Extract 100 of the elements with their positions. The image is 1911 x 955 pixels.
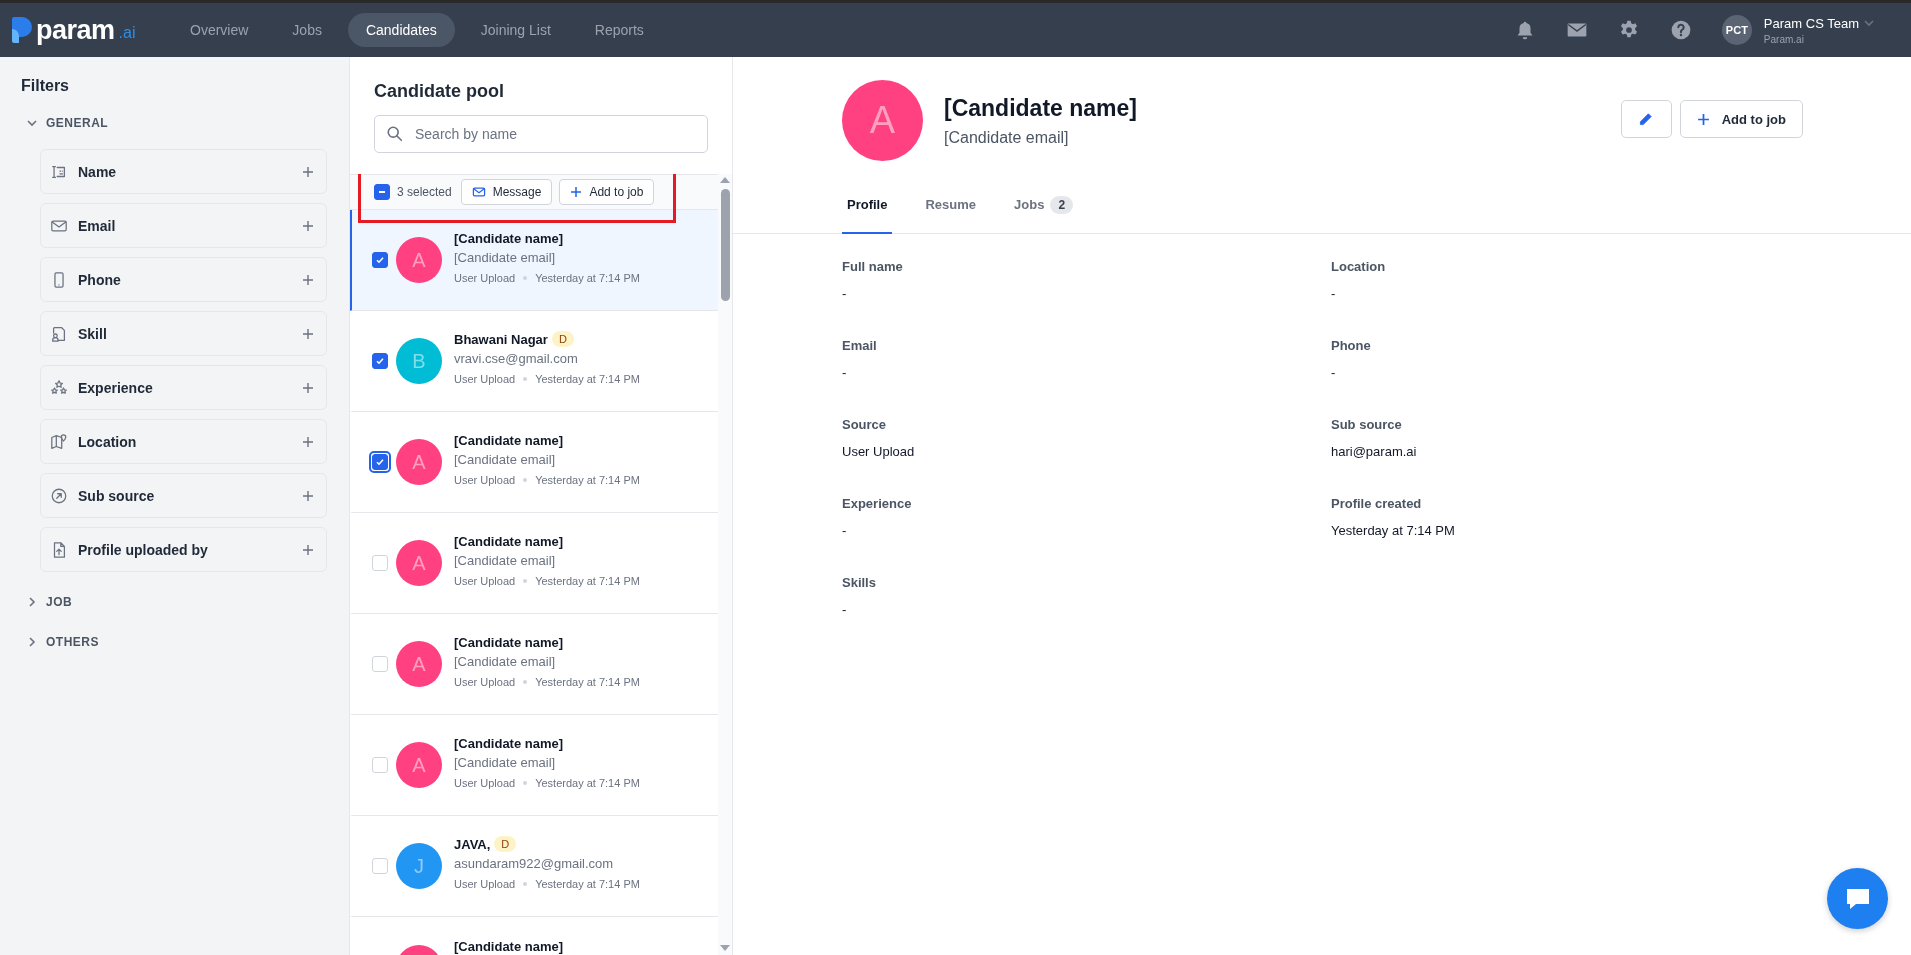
candidate-name: Bhawani Nagar bbox=[454, 331, 548, 347]
arrow-circle-icon bbox=[50, 486, 68, 505]
user-name[interactable]: Param CS Team bbox=[1763, 15, 1859, 31]
candidate-row[interactable]: J JAVA, D asundaram922@gmail.com User Upload Yesterday at 7:14 PM bbox=[350, 816, 718, 917]
candidate-email: [Candidate email] bbox=[454, 249, 557, 265]
plus-icon[interactable] bbox=[302, 165, 314, 178]
add-to-job-button[interactable]: Add to job bbox=[1679, 100, 1803, 138]
candidate-name: [Candidate name] bbox=[454, 735, 564, 751]
profile-tab[interactable]: Resume bbox=[920, 177, 982, 234]
plus-icon bbox=[570, 186, 583, 198]
field-value: - bbox=[842, 602, 848, 617]
scrollbar[interactable] bbox=[718, 174, 732, 955]
filter-item[interactable]: Name bbox=[40, 149, 327, 194]
filter-item[interactable]: Experience bbox=[40, 365, 327, 410]
select-all-checkbox[interactable] bbox=[374, 184, 390, 200]
chat-button[interactable] bbox=[1827, 868, 1888, 929]
nav-tab[interactable]: Reports bbox=[576, 13, 662, 47]
source-label: User Upload bbox=[454, 574, 516, 587]
profile-tab[interactable]: Jobs 2 bbox=[1009, 177, 1079, 234]
scrollbar-thumb[interactable] bbox=[720, 189, 730, 301]
field-value: User Upload bbox=[842, 444, 916, 459]
scroll-down-arrow[interactable] bbox=[720, 945, 730, 951]
search-field[interactable]: Search by name bbox=[374, 115, 708, 153]
bulk-action-button[interactable]: Add to job bbox=[559, 179, 655, 205]
filter-group-label[interactable]: GENERAL bbox=[46, 116, 109, 130]
profile-tab[interactable]: Profile bbox=[842, 177, 893, 234]
candidate-email: vravi.cse@gmail.com bbox=[454, 351, 579, 366]
envelope-icon bbox=[471, 185, 486, 199]
source-label: User Upload bbox=[454, 878, 516, 890]
avatar: A bbox=[396, 540, 442, 586]
nav-tab[interactable]: Joining List bbox=[462, 13, 569, 47]
help-icon[interactable] bbox=[1669, 19, 1692, 41]
candidate-email: asundaram922@gmail.com bbox=[454, 856, 615, 871]
nav-tab[interactable]: Jobs bbox=[274, 13, 340, 47]
checkbox[interactable] bbox=[372, 353, 388, 369]
filter-item[interactable]: Profile uploaded by bbox=[40, 527, 327, 572]
field-value: Yesterday at 7:14 PM bbox=[1331, 523, 1456, 538]
plus-icon[interactable] bbox=[302, 219, 314, 232]
field-label: Sub source bbox=[1331, 417, 1403, 432]
separator-dot bbox=[523, 377, 528, 381]
filter-group-label[interactable]: OTHERS bbox=[46, 635, 99, 649]
plus-icon[interactable] bbox=[302, 273, 314, 286]
source-label: User Upload bbox=[454, 473, 516, 486]
plus-icon[interactable] bbox=[302, 327, 314, 340]
chevron-right-icon[interactable] bbox=[26, 636, 38, 648]
separator-dot bbox=[523, 780, 528, 785]
edit-button[interactable] bbox=[1620, 100, 1672, 138]
field-label: Location bbox=[1331, 259, 1387, 274]
separator-dot bbox=[523, 275, 528, 280]
timestamp: Yesterday at 7:14 PM bbox=[535, 373, 640, 385]
plus-icon[interactable] bbox=[302, 381, 314, 394]
plus-icon[interactable] bbox=[302, 435, 314, 448]
candidate-name: JAVA, bbox=[454, 836, 491, 852]
separator-dot bbox=[523, 882, 528, 886]
field-label: Phone bbox=[1331, 338, 1372, 353]
field-label: Skills bbox=[842, 575, 877, 590]
field-label: Source bbox=[842, 417, 888, 432]
timestamp: Yesterday at 7:14 PM bbox=[535, 776, 640, 789]
timestamp: Yesterday at 7:14 PM bbox=[535, 473, 640, 486]
candidate-name: [Candidate name] bbox=[454, 634, 564, 650]
candidate-row[interactable]: A [Candidate name] [Candidate email] User Upload Yesterday at 7:14 PM bbox=[350, 715, 718, 816]
candidate-row[interactable]: A [Candidate name] [Candidate email] User Upload Yesterday at 7:14 PM bbox=[350, 513, 718, 614]
source-label: User Upload bbox=[454, 675, 516, 688]
filter-item[interactable]: Phone bbox=[40, 257, 327, 302]
avatar: A bbox=[396, 439, 442, 485]
count-badge: 2 bbox=[1050, 195, 1074, 214]
chat-icon bbox=[1844, 886, 1871, 911]
scroll-up-arrow[interactable] bbox=[720, 177, 730, 183]
map-pin-icon bbox=[50, 432, 68, 451]
candidate-name: [Candidate name] bbox=[454, 230, 564, 246]
candidate-row[interactable]: A [Candidate name] [Candidate email] User Upload Yesterday at 7:14 PM bbox=[350, 412, 718, 513]
chevron-right-icon[interactable] bbox=[26, 596, 38, 608]
filter-item[interactable]: Skill bbox=[40, 311, 327, 356]
bulk-action-button[interactable]: Message bbox=[460, 179, 553, 205]
candidate-row[interactable]: B Bhawani Nagar D vravi.cse@gmail.com User Upload Yesterday at 7:14 PM bbox=[350, 311, 718, 412]
checkbox[interactable] bbox=[372, 252, 388, 268]
candidate-name: [Candidate name] bbox=[454, 533, 564, 549]
candidate-email: [Candidate email] bbox=[454, 754, 557, 770]
timestamp: Yesterday at 7:14 PM bbox=[535, 675, 640, 688]
nav-tab[interactable]: Candidates bbox=[347, 13, 455, 47]
source-label: User Upload bbox=[454, 776, 516, 789]
logo-suffix: .ai bbox=[118, 23, 136, 43]
avatar: A bbox=[396, 237, 442, 283]
candidate-name: [Candidate name] bbox=[944, 95, 1137, 122]
candidate-row[interactable]: A [Candidate name] [Candidate email] User Upload Yesterday at 7:14 PM bbox=[350, 614, 718, 715]
candidate-email: [Candidate email] bbox=[454, 451, 557, 467]
nav-tab[interactable]: Overview bbox=[172, 13, 267, 47]
plus-icon[interactable] bbox=[302, 543, 314, 556]
plus-icon bbox=[1696, 112, 1710, 126]
chevron-down-icon[interactable] bbox=[1863, 17, 1875, 29]
filter-group-label[interactable]: JOB bbox=[46, 595, 73, 609]
filters-title: Filters bbox=[21, 77, 70, 95]
candidate-row[interactable]: A [Candidate name] [Candidate email] User Upload Yesterday at 7:14 PM bbox=[350, 210, 718, 311]
filter-item[interactable]: Sub source bbox=[40, 473, 327, 518]
timestamp: Yesterday at 7:14 PM bbox=[535, 271, 640, 284]
plus-icon[interactable] bbox=[302, 489, 314, 502]
filter-item[interactable]: Location bbox=[40, 419, 327, 464]
filter-item[interactable]: Email bbox=[40, 203, 327, 248]
user-avatar[interactable]: PCT bbox=[1721, 15, 1752, 45]
chevron-down-icon[interactable] bbox=[26, 117, 38, 129]
